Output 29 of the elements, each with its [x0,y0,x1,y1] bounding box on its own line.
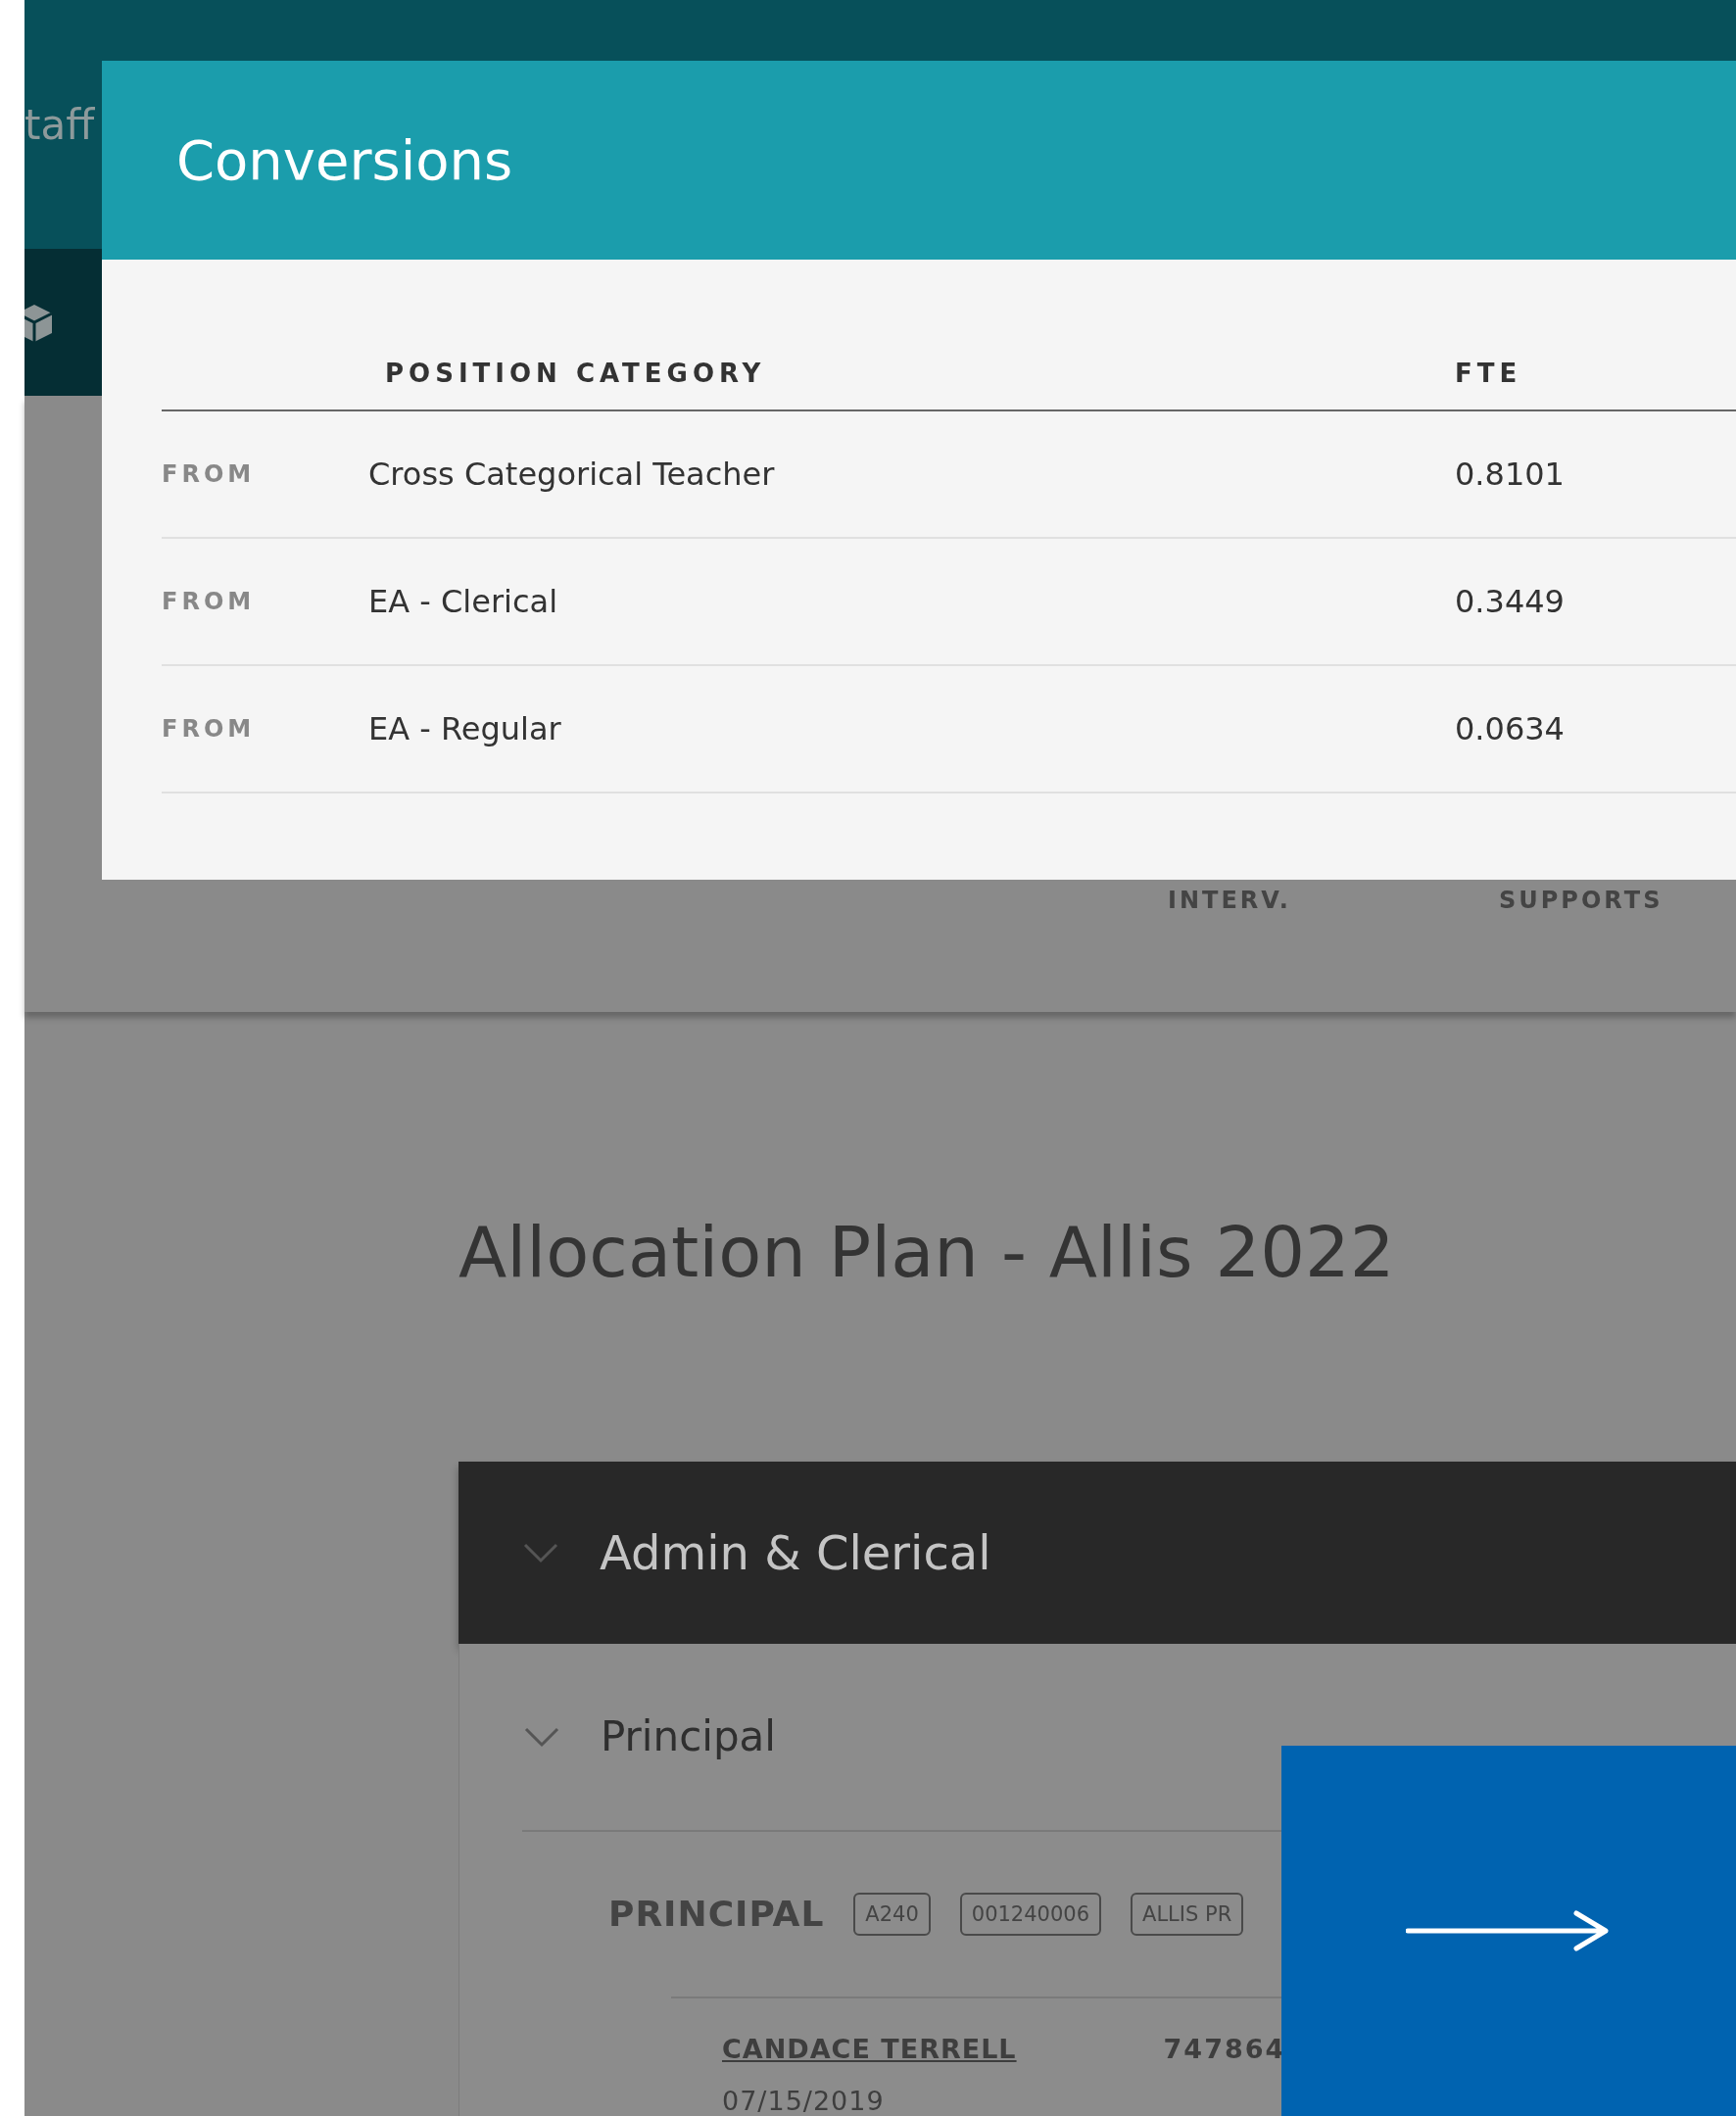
table-cell-text: Cross Categorical Teacher [368,456,776,493]
table-cell-text: EA - Clerical [368,583,559,620]
group-title[interactable]: Principal [601,1712,776,1761]
staff-date: 07/15/2019 [722,2086,886,2116]
section-header[interactable]: Admin & Clerical [458,1462,1736,1644]
column-header: SUPPORTS [1499,887,1664,914]
chevron-icon[interactable] [522,1725,561,1749]
staff-name-link[interactable]: CANDACE TERRELL [722,2034,1017,2064]
arrow-right-icon [1406,1909,1612,1952]
column-header: FTE [1455,359,1523,388]
table-cell-text: EA - Regular [368,710,562,747]
cube-icon[interactable] [24,303,54,343]
direction-label: FROM [162,715,257,743]
table-cell-text: 0.3449 [1455,583,1566,620]
column-header: POSITION CATEGORY [385,359,767,388]
direction-label: FROM [162,588,257,615]
page-title: Allocation Plan - Allis 2022 [458,1210,1396,1295]
position-title: PRINCIPAL [608,1894,825,1935]
chevron-icon[interactable] [521,1541,560,1564]
tag: ALLIS PR [1131,1893,1244,1936]
tag: A240 [853,1893,931,1936]
direction-label: FROM [162,460,257,488]
table-cell-text: 0.8101 [1455,456,1566,493]
table-cell-text: 0.0634 [1455,710,1566,747]
tag: 001240006 [959,1893,1102,1936]
column-header: INTERV. [1168,887,1292,914]
app-title: taff [24,100,95,149]
dialog-title: Conversions [176,128,513,192]
staff-id: 747864 [1163,2034,1286,2064]
